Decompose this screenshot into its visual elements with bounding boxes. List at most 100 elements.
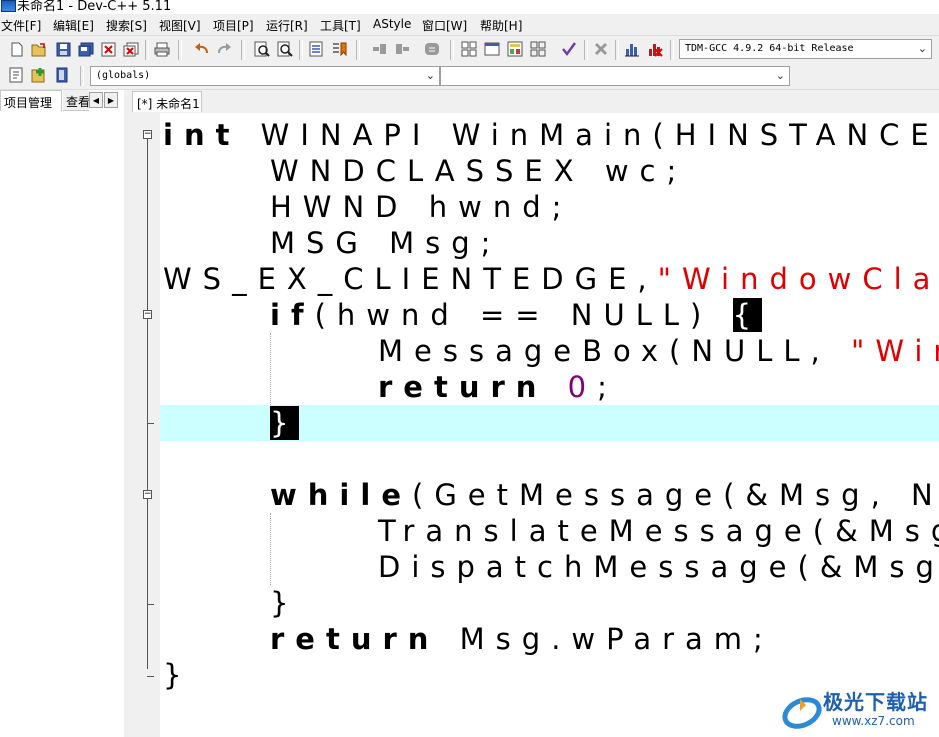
panel-splitter[interactable] [124, 90, 132, 737]
close-all-icon[interactable] [122, 40, 140, 58]
code-line: WNDCLASSEX wc; [270, 154, 688, 188]
fold-end-marker [147, 676, 154, 677]
compiler-select[interactable]: TDM-GCC 4.9.2 64-bit Release ⌄ [679, 39, 932, 59]
undo-icon[interactable] [192, 40, 210, 58]
watermark-brand: 极光下载站 [823, 690, 928, 714]
collapse-fold-icon[interactable]: − [143, 490, 152, 499]
tab-view[interactable]: 查看 [63, 90, 89, 111]
chevron-down-icon: ⌄ [425, 69, 435, 82]
code-line: HWND hwnd; [270, 190, 573, 224]
member-select[interactable]: ⌄ [440, 66, 790, 86]
scope-select-value: (globals) [96, 70, 151, 81]
delete-profile-icon[interactable] [646, 40, 664, 58]
indent-guide [270, 333, 271, 405]
code-line: int WINAPI WinMain(HINSTANCE [163, 118, 939, 152]
chevron-right-icon[interactable]: ▶ [104, 92, 118, 108]
toolbar-separator [178, 40, 182, 60]
toolbar-separator [356, 40, 360, 60]
matched-brace: { [732, 298, 763, 332]
menu-run[interactable]: 运行[R] [266, 17, 308, 34]
print-icon[interactable] [153, 40, 171, 58]
menu-window[interactable]: 窗口[W] [422, 17, 467, 34]
toolbar-separator [80, 66, 84, 86]
profile-chart-icon[interactable] [623, 40, 641, 58]
fold-end-marker [147, 423, 154, 424]
app-icon [1, 0, 16, 12]
menu-astyle[interactable]: AStyle [373, 17, 411, 31]
chevron-down-icon: ⌄ [917, 42, 927, 55]
code-line: } [163, 658, 193, 692]
code-line: } [270, 405, 300, 441]
tab-project-manager[interactable]: 项目管理 [0, 90, 62, 111]
toggle-comment-icon[interactable] [423, 40, 441, 58]
new-file-icon[interactable] [8, 40, 26, 58]
grid-view-icon[interactable] [529, 40, 547, 58]
left-panel: 项目管理 查看 ◀ ▶ [0, 90, 125, 737]
watermark-url: www.xz7.com [832, 714, 915, 728]
code-editor[interactable]: int WINAPI WinMain(HINSTANCE WNDCLASSEX … [160, 113, 939, 737]
watermark-logo-icon [782, 697, 822, 729]
code-line: while(GetMessage(&Msg, NU [270, 478, 939, 512]
class-browser-icon[interactable] [460, 40, 478, 58]
save-all-icon[interactable] [77, 40, 95, 58]
code-line: return 0; [378, 370, 618, 404]
text-cursor [297, 408, 299, 438]
collapse-fold-icon[interactable]: − [143, 310, 152, 319]
toolbar-separator [450, 40, 454, 60]
save-icon[interactable] [54, 40, 72, 58]
fold-line [147, 139, 148, 669]
code-line: MessageBox(NULL, "Win [378, 334, 939, 368]
menu-edit[interactable]: 编辑[E] [53, 17, 94, 34]
chevron-left-icon[interactable]: ◀ [89, 92, 103, 108]
code-line: } [270, 586, 300, 620]
code-line: WS_EX_CLIENTEDGE,"WindowClass [163, 262, 939, 296]
fold-end-marker [147, 604, 154, 605]
editor-tab-bar: [*] 未命名1 [132, 90, 939, 113]
menu-view[interactable]: 视图[V] [159, 17, 201, 34]
code-line: MSG Msg; [270, 226, 502, 260]
fullscreen-icon[interactable] [483, 40, 501, 58]
toolbar-separator [615, 40, 619, 60]
find-icon[interactable] [253, 40, 271, 58]
goto-line-icon[interactable] [307, 40, 325, 58]
indent-guide [270, 513, 271, 585]
project-options-icon[interactable] [506, 40, 524, 58]
insert-code-icon[interactable] [7, 66, 25, 84]
window-title: 未命名1 - Dev-C++ 5.11 [17, 0, 172, 14]
menu-help[interactable]: 帮助[H] [480, 17, 522, 34]
compiler-select-value: TDM-GCC 4.9.2 64-bit Release [685, 43, 854, 54]
watermark: 极光下载站 www.xz7.com [780, 685, 939, 737]
menu-search[interactable]: 搜索[S] [106, 17, 147, 34]
toolbar-separator [145, 40, 149, 60]
menu-tools[interactable]: 工具[T] [320, 17, 361, 34]
bookmark-icon[interactable] [330, 40, 348, 58]
stop-execution-icon[interactable] [592, 40, 610, 58]
unindent-icon[interactable] [394, 40, 412, 58]
open-file-icon[interactable] [30, 40, 48, 58]
replace-icon[interactable] [276, 40, 294, 58]
scope-select[interactable]: (globals) ⌄ [90, 66, 440, 86]
collapse-fold-icon[interactable]: − [143, 130, 152, 139]
toolbar-separator [584, 40, 588, 60]
fold-gutter [132, 113, 160, 737]
indent-icon[interactable] [370, 40, 388, 58]
matched-brace: } [270, 406, 300, 440]
book-icon[interactable] [53, 66, 71, 84]
check-syntax-icon[interactable] [560, 40, 578, 58]
main-toolbar: TDM-GCC 4.9.2 64-bit Release ⌄ [0, 35, 939, 65]
close-file-icon[interactable] [99, 40, 117, 58]
toolbar-separator [299, 40, 303, 60]
new-class-icon[interactable] [30, 66, 48, 84]
tab-untitled-1[interactable]: [*] 未命名1 [132, 91, 202, 112]
code-line: DispatchMessage(&Msg) [378, 550, 939, 584]
toolbar-separator [670, 40, 674, 60]
code-line: if(hwnd == NULL) { [270, 298, 763, 332]
chevron-down-icon: ⌄ [775, 69, 785, 82]
code-line: return Msg.wParam; [270, 622, 774, 656]
title-bar: 未命名1 - Dev-C++ 5.11 [0, 0, 939, 14]
menu-file[interactable]: 文件[F] [1, 17, 41, 34]
toolbar-separator [241, 40, 245, 60]
redo-icon[interactable] [216, 40, 234, 58]
menu-project[interactable]: 项目[P] [213, 17, 254, 34]
secondary-toolbar: (globals) ⌄ ⌄ [0, 63, 939, 90]
